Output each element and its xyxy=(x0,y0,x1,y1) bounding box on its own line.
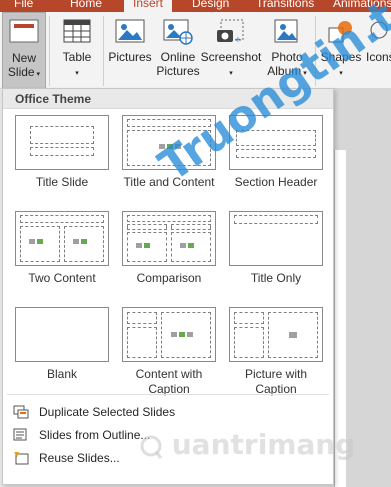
layout-label: Comparison xyxy=(136,271,202,285)
content-placeholder-icons xyxy=(73,239,87,244)
layout-thumbnail xyxy=(15,211,109,266)
duplicate-slides-icon xyxy=(13,405,29,419)
content-placeholder-icons xyxy=(29,239,43,244)
menu-item-label: Slides from Outline... xyxy=(39,428,151,442)
tab-design[interactable]: Design xyxy=(192,0,229,12)
screenshot-icon: + xyxy=(217,19,244,46)
photo-album-icon xyxy=(274,19,298,43)
layout-label: Blank xyxy=(46,367,78,381)
panel-divider xyxy=(7,394,329,395)
layout-thumbnail xyxy=(122,211,216,266)
watermark-logo-icon xyxy=(140,435,163,459)
layout-comparison[interactable]: Comparison xyxy=(116,211,222,286)
duplicate-selected-slides-item[interactable]: Duplicate Selected Slides xyxy=(7,401,329,423)
chevron-down-icon: ▾ xyxy=(34,71,41,78)
tab-home[interactable]: Home xyxy=(70,0,102,12)
tab-file[interactable]: File xyxy=(14,0,33,12)
table-label: Table xyxy=(62,50,92,64)
menu-item-label: Reuse Slides... xyxy=(39,451,120,465)
watermark-quantrimang: uantrimang xyxy=(140,428,355,461)
watermark-text: uantrimang xyxy=(171,428,356,461)
new-slide-label-1: New xyxy=(11,51,36,65)
content-placeholder-icons xyxy=(171,332,193,337)
layout-label: Title Slide xyxy=(35,175,89,189)
layout-picture-with-caption[interactable]: Picture with Caption xyxy=(223,307,329,397)
layout-thumbnail xyxy=(122,307,216,362)
online-pictures-button[interactable]: Online Pictures xyxy=(156,12,200,89)
table-button[interactable]: Table ▾ xyxy=(54,12,100,89)
picture-placeholder-icon xyxy=(289,332,297,338)
layout-label: Two Content xyxy=(28,271,96,285)
layout-content-with-caption[interactable]: Content with Caption xyxy=(116,307,222,397)
new-slide-icon xyxy=(9,19,39,43)
ribbon-separator xyxy=(49,16,50,86)
content-placeholder-icons xyxy=(136,243,150,248)
layout-title-slide[interactable]: Title Slide xyxy=(9,115,115,190)
pictures-button[interactable]: Pictures xyxy=(106,12,154,89)
screenshot-label: Screenshot xyxy=(200,50,262,64)
layout-label: Content with Caption xyxy=(116,367,222,397)
table-icon xyxy=(63,19,91,43)
tab-transitions[interactable]: Transitions xyxy=(256,0,314,12)
svg-text:+: + xyxy=(235,35,241,46)
online-pictures-label-1: Online xyxy=(160,50,196,64)
online-pictures-label-2: Pictures xyxy=(156,64,200,78)
layout-thumbnail xyxy=(229,211,323,266)
layout-label: Section Header xyxy=(234,175,318,189)
reuse-slides-icon xyxy=(14,452,29,465)
layout-thumbnail xyxy=(229,307,323,362)
online-pictures-icon xyxy=(163,19,193,45)
layout-label-line-1: Picture with xyxy=(244,367,308,381)
ribbon-separator xyxy=(103,16,104,86)
chevron-down-icon: ▾ xyxy=(229,70,233,77)
pictures-label: Pictures xyxy=(108,50,152,64)
layout-thumbnail xyxy=(15,307,109,362)
content-placeholder-icons xyxy=(180,243,194,248)
layout-two-content[interactable]: Two Content xyxy=(9,211,115,286)
layout-thumbnail xyxy=(15,115,109,170)
new-slide-button[interactable]: New Slide ▾ xyxy=(2,12,46,89)
layout-label-line-1: Content with xyxy=(135,367,203,381)
pictures-icon xyxy=(115,19,145,43)
outline-icon xyxy=(13,428,27,441)
layout-title-only[interactable]: Title Only xyxy=(223,211,329,286)
layout-blank[interactable]: Blank xyxy=(9,307,115,382)
menu-item-label: Duplicate Selected Slides xyxy=(39,405,176,419)
ribbon-tab-bar: File Home Insert Design Transitions Anim… xyxy=(0,0,391,12)
tab-insert[interactable]: Insert xyxy=(124,0,172,12)
new-slide-label-2: Slide xyxy=(7,65,35,79)
layout-label: Title Only xyxy=(250,271,302,285)
chevron-down-icon: ▾ xyxy=(75,70,79,77)
layout-label: Picture with Caption xyxy=(223,367,329,397)
